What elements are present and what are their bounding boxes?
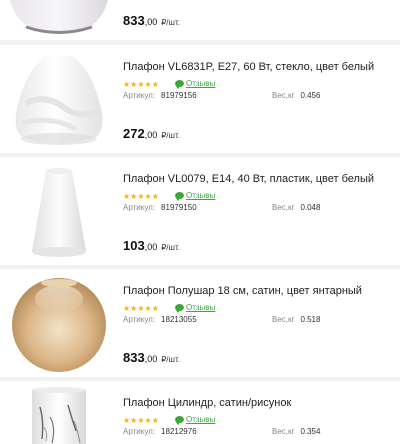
product-price: 272,00 ₽/шт. xyxy=(123,125,180,143)
price-unit: ₽/шт. xyxy=(161,131,180,140)
rating-stars: ★★★★★ xyxy=(123,304,159,313)
reviews-link[interactable]: Отзывы xyxy=(175,79,215,89)
article-label: Артикул: xyxy=(123,91,156,100)
price-cents: ,00 xyxy=(144,354,158,364)
article-value: 81979156 xyxy=(161,91,197,100)
price-unit: ₽/шт. xyxy=(161,18,180,27)
weight-label: Вес,кг xyxy=(272,203,295,212)
product-image[interactable] xyxy=(6,165,112,261)
product-image[interactable] xyxy=(6,0,112,34)
product-title[interactable]: Плафон Цилиндр, сатин/рисунок xyxy=(123,397,291,409)
product-card[interactable]: Плафон Цилиндр, сатин/рисунок ★★★★★ Отзы… xyxy=(0,381,400,444)
price-cents: ,00 xyxy=(144,17,158,27)
product-price: 103,00 ₽/шт. xyxy=(123,237,180,255)
price-unit: ₽/шт. xyxy=(161,243,180,252)
article-value: 18213055 xyxy=(161,315,197,324)
product-card[interactable]: 833,00 ₽/шт. xyxy=(0,0,400,40)
product-image[interactable] xyxy=(6,275,112,373)
article-value: 18212976 xyxy=(161,427,197,436)
reviews-label[interactable]: Отзывы xyxy=(186,79,215,88)
weight-info: Вес,кг 0.456 xyxy=(272,91,320,100)
article-label: Артикул: xyxy=(123,203,156,212)
weight-value: 0.518 xyxy=(300,315,321,324)
article-value: 81979150 xyxy=(161,203,197,212)
article-info: Артикул: 81979150 xyxy=(123,203,197,212)
product-title[interactable]: Плафон VL6831P, E27, 60 Вт, стекло, цвет… xyxy=(123,61,374,73)
rating-stars: ★★★★★ xyxy=(123,80,159,89)
rating-stars: ★★★★★ xyxy=(123,192,159,201)
product-image[interactable] xyxy=(6,387,112,444)
product-card[interactable]: Плафон Полушар 18 см, сатин, цвет янтарн… xyxy=(0,269,400,377)
reviews-link[interactable]: Отзывы xyxy=(175,191,215,201)
article-label: Артикул: xyxy=(123,427,156,436)
product-price: 833,00 ₽/шт. xyxy=(123,349,180,367)
rating-stars: ★★★★★ xyxy=(123,416,159,425)
product-list-page: 833,00 ₽/шт. Плафон VL6831P, E27, 60 Вт, … xyxy=(0,0,400,444)
product-image[interactable] xyxy=(6,53,112,149)
reviews-link[interactable]: Отзывы xyxy=(175,303,215,313)
product-card[interactable]: Плафон VL0079, E14, 40 Вт, пластик, цвет… xyxy=(0,157,400,265)
reviews-label[interactable]: Отзывы xyxy=(186,415,215,424)
chat-bubble-icon xyxy=(175,192,184,201)
weight-label: Вес,кг xyxy=(272,315,295,324)
chat-bubble-icon xyxy=(175,416,184,425)
reviews-label[interactable]: Отзывы xyxy=(186,303,215,312)
weight-value: 0.048 xyxy=(300,203,321,212)
weight-info: Вес,кг 0.048 xyxy=(272,203,320,212)
price-main: 833 xyxy=(123,350,145,365)
weight-info: Вес,кг 0.518 xyxy=(272,315,320,324)
weight-value: 0.456 xyxy=(300,91,321,100)
weight-info: Вес,кг 0.354 xyxy=(272,427,320,436)
price-main: 103 xyxy=(123,238,145,253)
product-price: 833,00 ₽/шт. xyxy=(123,12,180,30)
chat-bubble-icon xyxy=(175,80,184,89)
price-cents: ,00 xyxy=(144,130,158,140)
reviews-link[interactable]: Отзывы xyxy=(175,415,215,425)
weight-value: 0.354 xyxy=(300,427,321,436)
weight-label: Вес,кг xyxy=(272,427,295,436)
product-title[interactable]: Плафон VL0079, E14, 40 Вт, пластик, цвет… xyxy=(123,173,374,185)
article-info: Артикул: 81979156 xyxy=(123,91,197,100)
article-label: Артикул: xyxy=(123,315,156,324)
weight-label: Вес,кг xyxy=(272,91,295,100)
chat-bubble-icon xyxy=(175,304,184,313)
product-card[interactable]: Плафон VL6831P, E27, 60 Вт, стекло, цвет… xyxy=(0,45,400,153)
price-main: 833 xyxy=(123,13,145,28)
article-info: Артикул: 18213055 xyxy=(123,315,197,324)
price-main: 272 xyxy=(123,126,145,141)
product-title[interactable]: Плафон Полушар 18 см, сатин, цвет янтарн… xyxy=(123,285,362,297)
price-unit: ₽/шт. xyxy=(161,355,180,364)
price-cents: ,00 xyxy=(144,242,158,252)
reviews-label[interactable]: Отзывы xyxy=(186,191,215,200)
article-info: Артикул: 18212976 xyxy=(123,427,197,436)
